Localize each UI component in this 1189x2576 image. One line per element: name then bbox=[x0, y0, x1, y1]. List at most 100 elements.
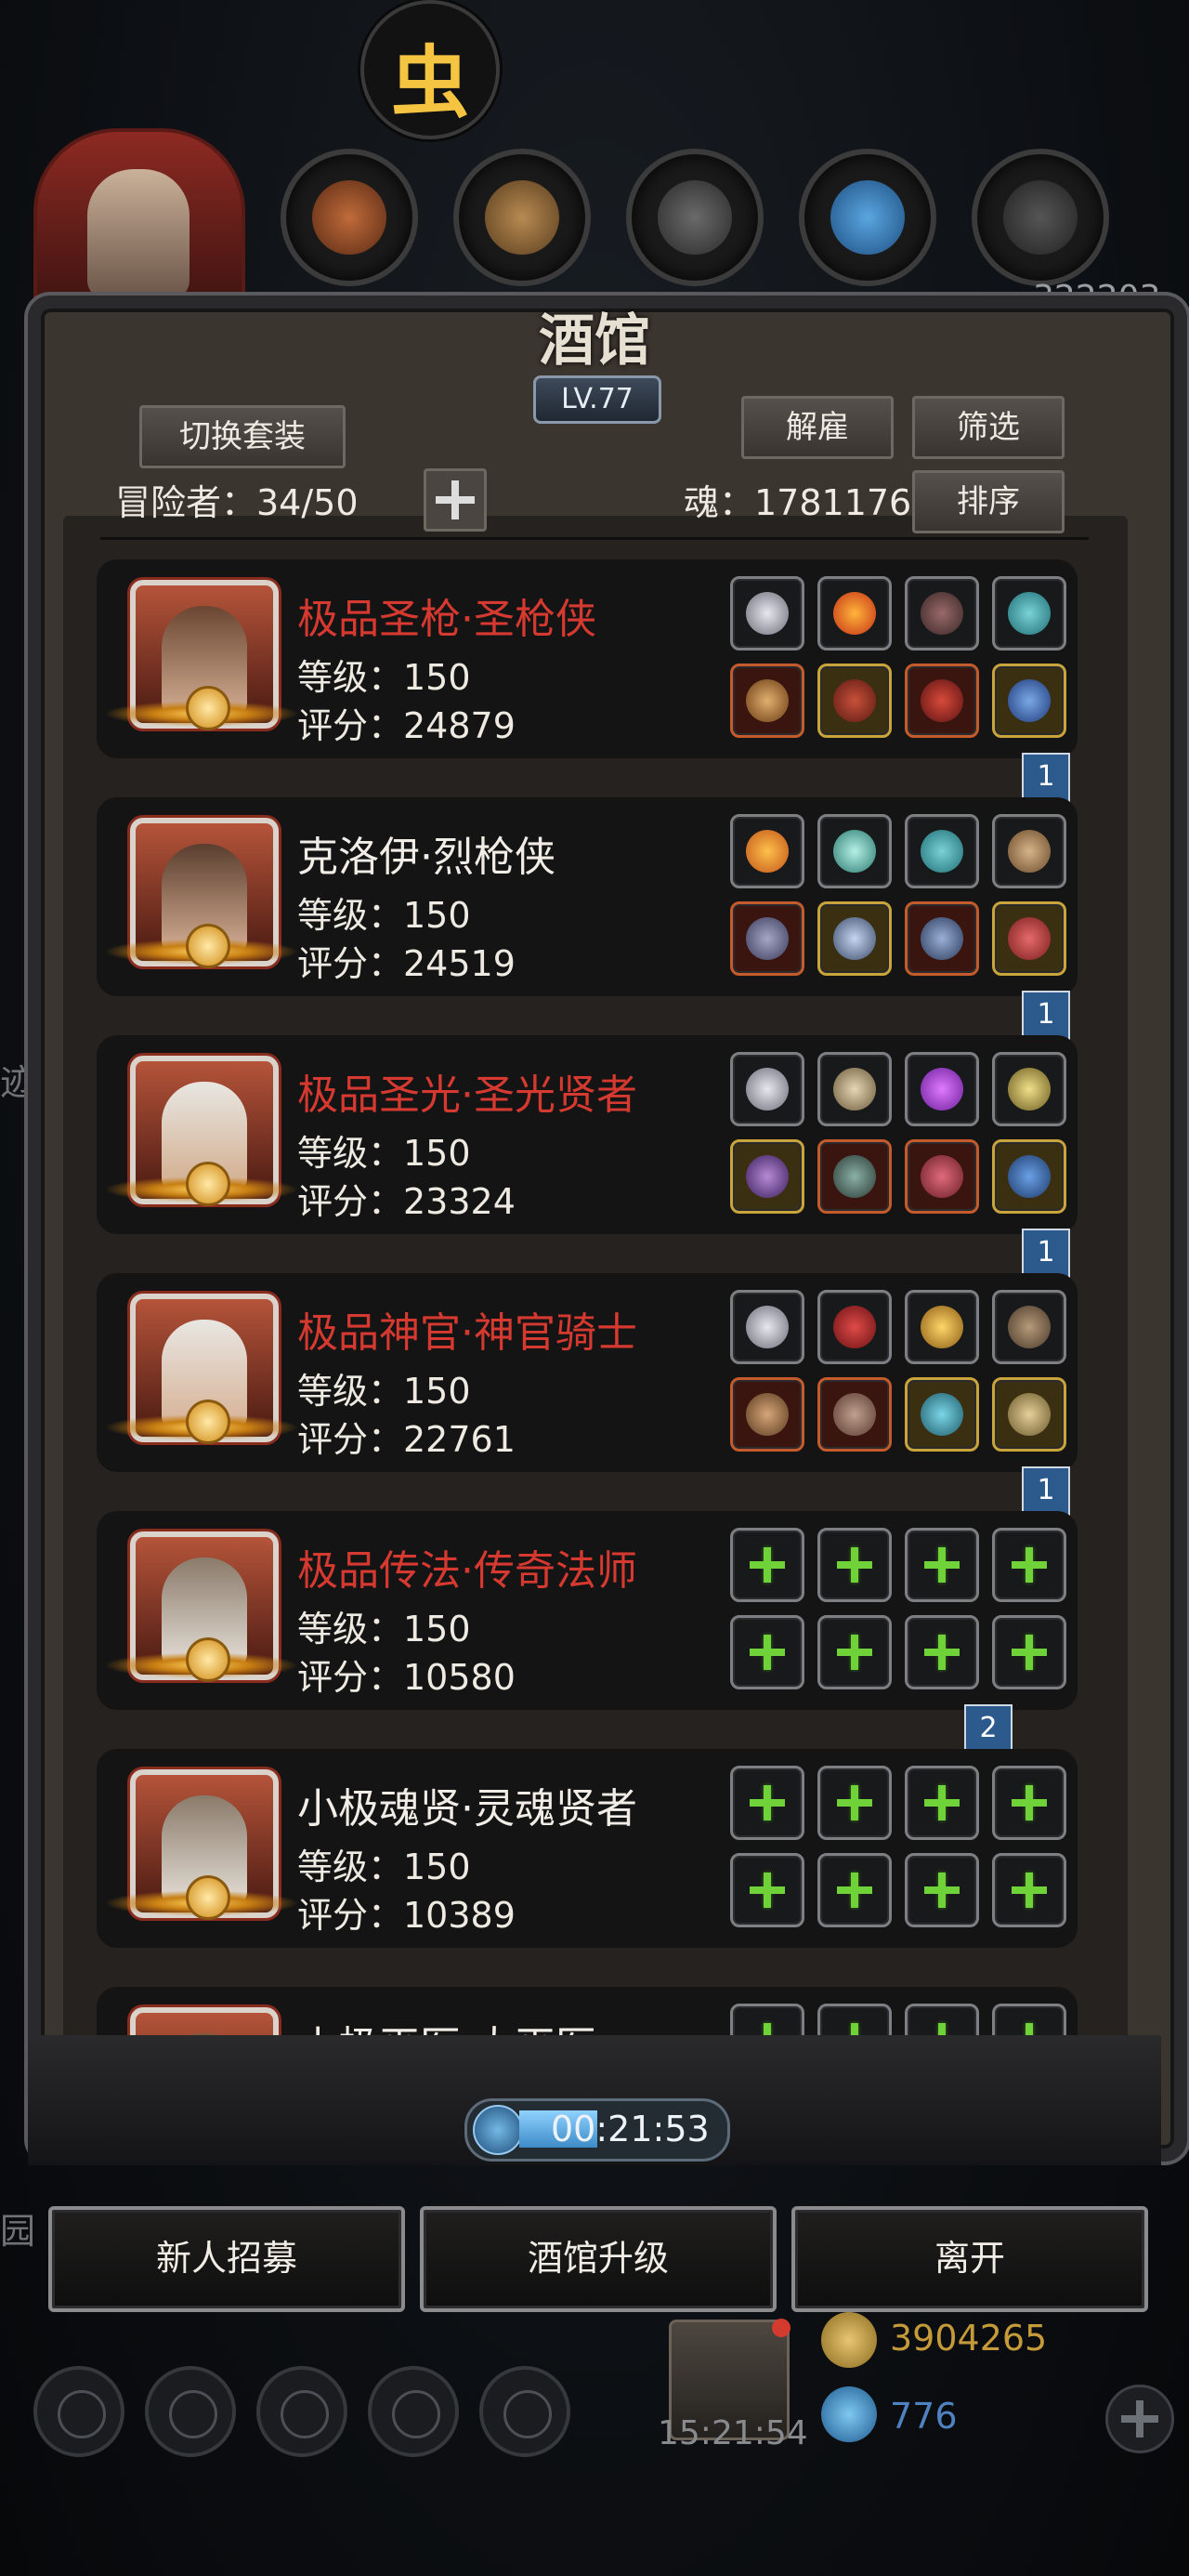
gem-icon bbox=[921, 1068, 963, 1111]
add-equip-icon bbox=[921, 1631, 963, 1674]
sort-button[interactable]: 排序 bbox=[912, 470, 1065, 533]
spear-icon bbox=[746, 679, 789, 722]
equip-slot[interactable] bbox=[817, 1052, 892, 1126]
empty-equip-slot[interactable] bbox=[992, 1528, 1066, 1602]
equip-slot[interactable] bbox=[730, 901, 804, 976]
mail-icon[interactable] bbox=[368, 2366, 459, 2457]
empty-equip-slot[interactable] bbox=[905, 1528, 979, 1602]
empty-equip-slot[interactable] bbox=[730, 1853, 804, 1927]
fire-wings-icon bbox=[746, 830, 789, 873]
material-slot-4[interactable] bbox=[799, 149, 936, 286]
equip-slot[interactable] bbox=[905, 1052, 979, 1126]
equip-slot[interactable] bbox=[992, 1377, 1066, 1452]
material-slot-5[interactable] bbox=[972, 149, 1109, 286]
add-equip-icon bbox=[746, 1544, 789, 1586]
empty-equip-slot[interactable] bbox=[817, 1615, 892, 1689]
achievement-icon[interactable] bbox=[145, 2366, 236, 2457]
status-clock: 15:21:54 bbox=[658, 2414, 808, 2452]
equip-slot[interactable] bbox=[905, 1139, 979, 1214]
equip-slot[interactable] bbox=[992, 1139, 1066, 1214]
empty-equip-slot[interactable] bbox=[730, 1766, 804, 1840]
hero-card[interactable]: 极品圣光·圣光贤者 等级：150 评分：23324 1 bbox=[97, 1035, 1078, 1286]
recruit-button[interactable]: 新人招募 bbox=[48, 2206, 405, 2312]
empty-equip-slot[interactable] bbox=[817, 1766, 892, 1840]
equip-slot[interactable] bbox=[730, 1139, 804, 1214]
add-equip-icon bbox=[833, 1631, 876, 1674]
guild-icon[interactable] bbox=[256, 2366, 347, 2457]
equip-slot[interactable] bbox=[992, 814, 1066, 888]
lantern-icon bbox=[921, 1306, 963, 1348]
empty-equip-slot[interactable] bbox=[905, 1615, 979, 1689]
hero-list[interactable]: 极品圣枪·圣枪侠 等级：150 评分：24879 1 克洛伊·烈枪侠 等级：15… bbox=[97, 558, 1096, 2070]
helmet-icon bbox=[921, 917, 963, 960]
lantern-icon bbox=[1008, 1068, 1051, 1111]
equip-slot[interactable] bbox=[905, 664, 979, 738]
equip-slot[interactable] bbox=[817, 814, 892, 888]
equip-slot[interactable] bbox=[817, 1139, 892, 1214]
hero-name: 极品圣光·圣光贤者 bbox=[297, 1071, 637, 1119]
equip-slot[interactable] bbox=[817, 1290, 892, 1364]
gun-icon bbox=[746, 917, 789, 960]
equip-slot[interactable] bbox=[730, 1290, 804, 1364]
settings-icon[interactable] bbox=[33, 2366, 124, 2457]
add-equip-icon bbox=[921, 1781, 963, 1824]
filter-button[interactable]: 筛选 bbox=[912, 396, 1065, 459]
tavern-level-badge: LV.77 bbox=[533, 375, 661, 424]
hero-card[interactable]: 极品神官·神官骑士 等级：150 评分：22761 1 bbox=[97, 1273, 1078, 1524]
equip-slot[interactable] bbox=[730, 664, 804, 738]
add-equip-icon bbox=[921, 1544, 963, 1586]
empty-equip-slot[interactable] bbox=[817, 1528, 892, 1602]
equip-slot[interactable] bbox=[730, 1052, 804, 1126]
map-icon[interactable] bbox=[479, 2366, 570, 2457]
dismiss-button[interactable]: 解雇 bbox=[741, 396, 894, 459]
equip-slot[interactable] bbox=[992, 901, 1066, 976]
equip-slot[interactable] bbox=[992, 576, 1066, 651]
equip-slot[interactable] bbox=[730, 1377, 804, 1452]
add-adventurer-button[interactable] bbox=[424, 468, 487, 532]
material-slot-2[interactable] bbox=[453, 149, 591, 286]
empty-equip-slot[interactable] bbox=[992, 1853, 1066, 1927]
hero-card[interactable]: 极品传法·传奇法师 等级：150 评分：10580 2 bbox=[97, 1511, 1078, 1762]
switch-outfit-button[interactable]: 切换套装 bbox=[139, 405, 346, 468]
empty-equip-slot[interactable] bbox=[730, 1615, 804, 1689]
hero-level: 等级：150 bbox=[297, 1609, 471, 1649]
orb-icon bbox=[833, 830, 876, 873]
upgrade-tavern-button[interactable]: 酒馆升级 bbox=[420, 2206, 777, 2312]
equip-slot[interactable] bbox=[992, 1290, 1066, 1364]
hero-card[interactable]: 克洛伊·烈枪侠 等级：150 评分：24519 1 bbox=[97, 797, 1078, 1048]
empty-equip-slot[interactable] bbox=[817, 1853, 892, 1927]
equip-slot[interactable] bbox=[905, 814, 979, 888]
equip-slot[interactable] bbox=[992, 664, 1066, 738]
add-currency-button[interactable] bbox=[1105, 2385, 1174, 2453]
empty-equip-slot[interactable] bbox=[992, 1615, 1066, 1689]
empty-equip-slot[interactable] bbox=[905, 1766, 979, 1840]
add-equip-icon bbox=[1008, 1781, 1051, 1824]
hero-card[interactable]: 极品圣枪·圣枪侠 等级：150 评分：24879 1 bbox=[97, 559, 1078, 810]
equip-slot[interactable] bbox=[817, 901, 892, 976]
material-slot-3[interactable] bbox=[626, 149, 764, 286]
player-portrait[interactable] bbox=[33, 128, 245, 322]
equip-slot[interactable] bbox=[905, 901, 979, 976]
refresh-timer: 00:21:53 bbox=[464, 2098, 730, 2162]
empty-equip-slot[interactable] bbox=[992, 1766, 1066, 1840]
equip-slot[interactable] bbox=[817, 664, 892, 738]
claw-icon bbox=[921, 592, 963, 635]
material-slot-1[interactable] bbox=[281, 149, 418, 286]
hero-score: 评分：24519 bbox=[297, 943, 516, 984]
equip-slot[interactable] bbox=[992, 1052, 1066, 1126]
empty-equip-slot[interactable] bbox=[730, 1528, 804, 1602]
leave-button[interactable]: 离开 bbox=[791, 2206, 1148, 2312]
equip-slot[interactable] bbox=[905, 1290, 979, 1364]
equip-slot[interactable] bbox=[817, 1377, 892, 1452]
equipment-grid bbox=[730, 1522, 1076, 1699]
equip-slot[interactable] bbox=[905, 576, 979, 651]
hero-score: 评分：24879 bbox=[297, 705, 516, 746]
equip-slot[interactable] bbox=[730, 814, 804, 888]
equip-slot[interactable] bbox=[730, 576, 804, 651]
hero-card[interactable]: 小极魂贤·灵魂贤者 等级：150 评分：10389 bbox=[97, 1749, 1078, 1948]
equip-slot[interactable] bbox=[905, 1377, 979, 1452]
empty-equip-slot[interactable] bbox=[905, 1853, 979, 1927]
hero-name: 极品圣枪·圣枪侠 bbox=[297, 596, 596, 643]
app-badge[interactable]: 虫 bbox=[360, 0, 500, 139]
equip-slot[interactable] bbox=[817, 576, 892, 651]
